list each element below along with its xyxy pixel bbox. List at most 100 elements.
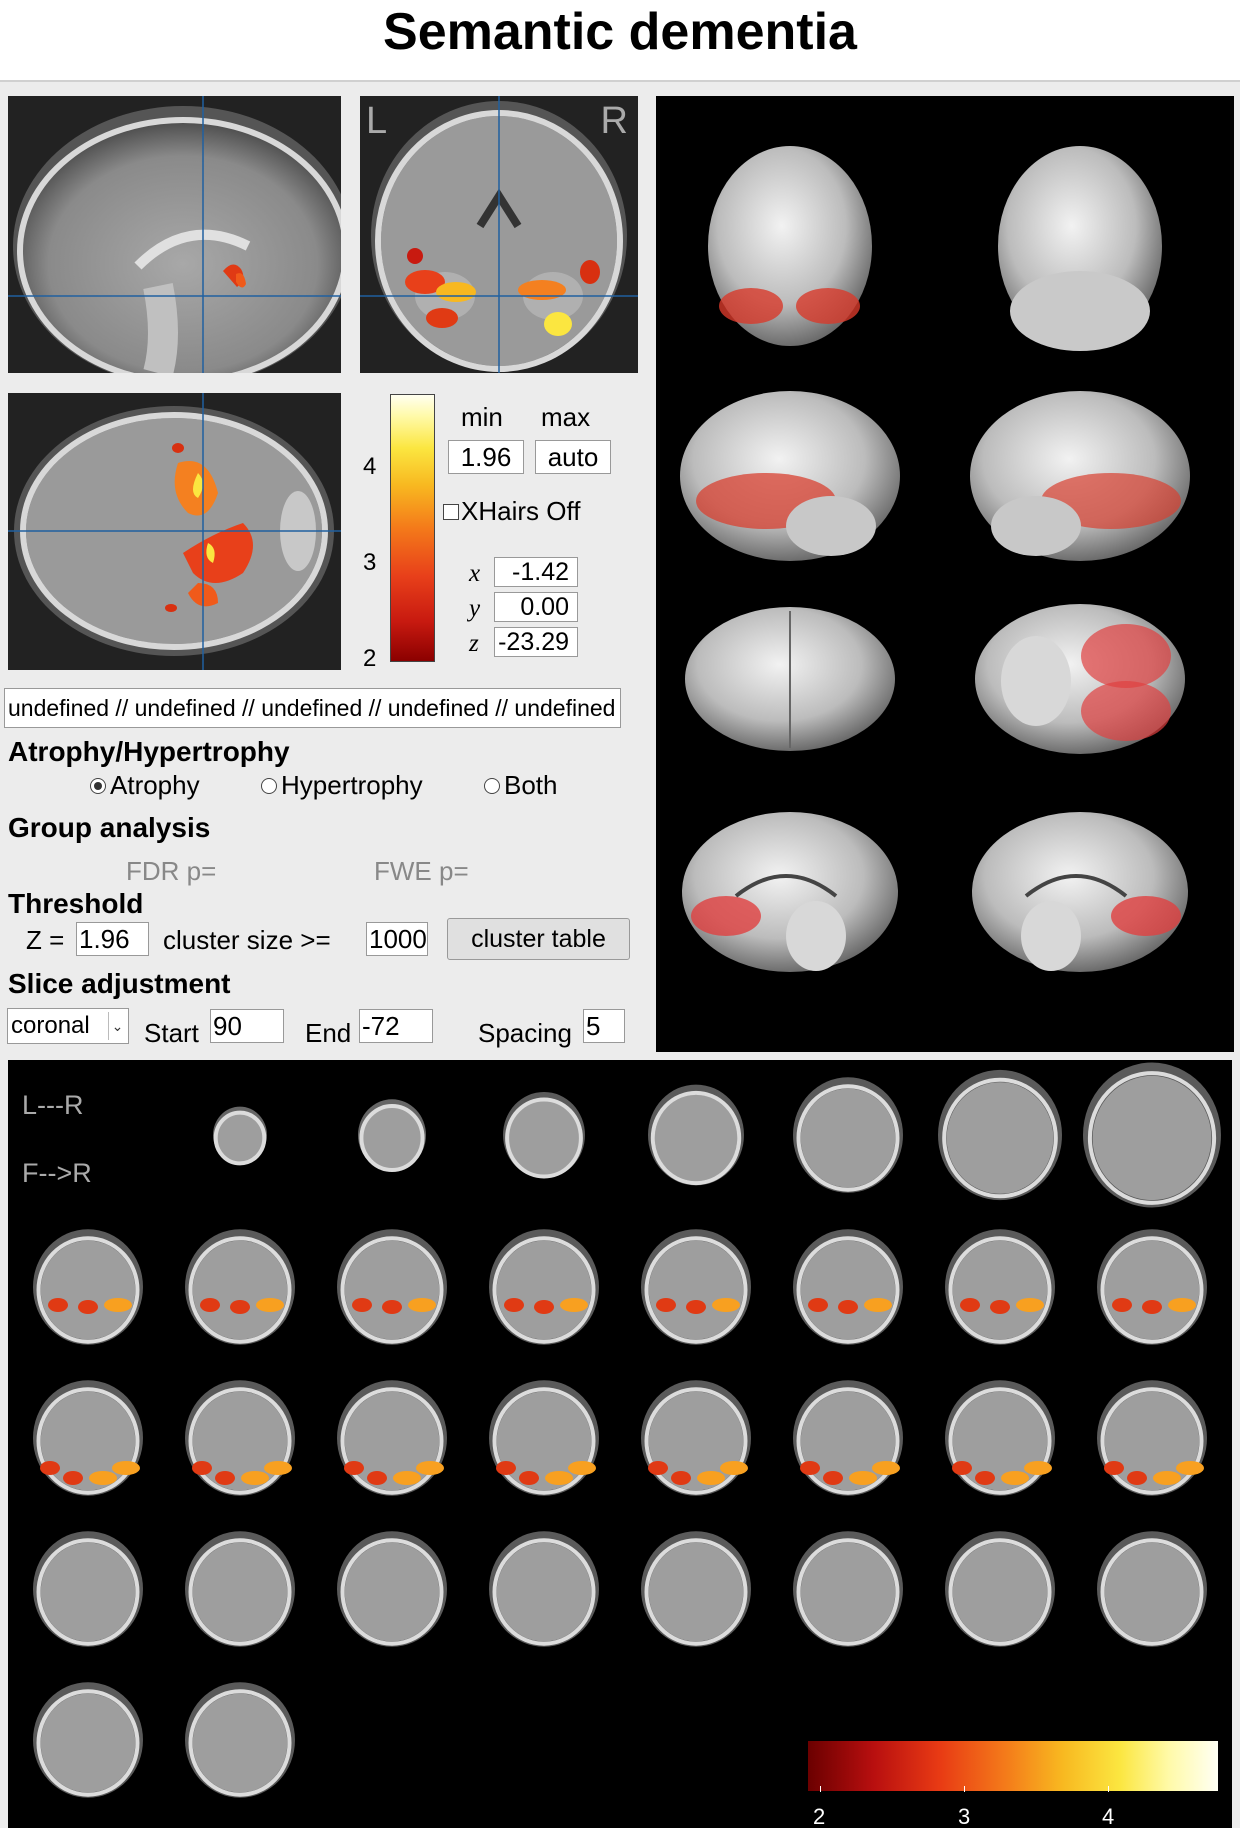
montage-slice [793, 1077, 903, 1193]
montage-colorbar-tick: 2 [813, 1804, 826, 1828]
orientation-select[interactable]: coronal ⌄ [7, 1008, 129, 1044]
montage-heat-blob [808, 1298, 828, 1312]
z-threshold-input[interactable]: 1.96 [76, 922, 149, 956]
montage-heat-blob [344, 1461, 364, 1475]
sagittal-view[interactable] [8, 96, 341, 373]
radio-dot[interactable] [261, 777, 277, 794]
montage-heat-blob [656, 1298, 676, 1312]
radio-hypertrophy[interactable]: Hypertrophy [261, 770, 423, 801]
montage-slice [337, 1380, 447, 1496]
colorbar-mark [820, 1786, 821, 1792]
montage-heat-blob [230, 1300, 250, 1314]
montage-slice [185, 1229, 295, 1345]
montage-heat-blob [408, 1298, 436, 1312]
xhairs-checkbox[interactable]: XHairs Off [443, 496, 580, 527]
colorbar-tick: 4 [363, 453, 377, 480]
montage-heat-blob [686, 1300, 706, 1314]
radio-both[interactable]: Both [484, 770, 558, 801]
montage-heat-blob [1153, 1471, 1181, 1485]
radio-label: Atrophy [110, 770, 200, 800]
montage-slice [793, 1229, 903, 1345]
radio-dot[interactable] [90, 777, 106, 794]
fwe-label: FWE p= [374, 856, 469, 886]
chevron-down-icon[interactable]: ⌄ [108, 1012, 126, 1040]
radio-atrophy[interactable]: Atrophy [90, 770, 200, 801]
montage-heat-blob [560, 1298, 588, 1312]
montage-slice [337, 1531, 447, 1647]
xhairs-label: XHairs Off [461, 496, 581, 526]
x-coord-input[interactable]: -1.42 [494, 557, 578, 587]
cluster-size-label: cluster size >= [163, 925, 331, 955]
montage-slice [945, 1229, 1055, 1345]
montage-heat-blob [990, 1300, 1010, 1314]
montage-slice [33, 1682, 143, 1798]
montage-heat-blob [241, 1471, 269, 1485]
coronal-slice-image [360, 96, 638, 373]
slice-montage[interactable]: L---R F-->R [8, 1060, 1232, 1828]
montage-slice [641, 1531, 751, 1647]
min-label: min [461, 402, 503, 432]
montage-heat-blob [800, 1461, 820, 1475]
surface-render-panel[interactable] [656, 96, 1234, 1052]
montage-heat-blob [264, 1461, 292, 1475]
montage-heat-blob [838, 1300, 858, 1314]
radio-dot[interactable] [484, 777, 500, 794]
z-label: z [469, 630, 479, 657]
slice-heading: Slice adjustment [8, 968, 231, 999]
surface-render-image [680, 146, 1190, 972]
montage-heat-blob [1112, 1298, 1132, 1312]
montage-heat-blob [104, 1298, 132, 1312]
montage-heat-blob [40, 1461, 60, 1475]
z-coord-input[interactable]: -23.29 [494, 627, 578, 657]
axial-view[interactable] [8, 393, 341, 670]
colorbar [390, 394, 435, 662]
colorbar-tick: 2 [363, 645, 377, 672]
montage-slice [489, 1229, 599, 1345]
montage-slice [185, 1380, 295, 1496]
montage-heat-blob [952, 1461, 972, 1475]
montage-heat-blob [1016, 1298, 1044, 1312]
montage-heat-blob [823, 1471, 843, 1485]
montage-slice [945, 1531, 1055, 1647]
montage-slice [641, 1380, 751, 1496]
montage-heat-blob [504, 1298, 524, 1312]
end-input[interactable]: -72 [359, 1009, 433, 1043]
montage-heat-blob [975, 1471, 995, 1485]
colorbar-mark [1108, 1786, 1109, 1792]
montage-heat-blob [89, 1471, 117, 1485]
montage-slice [358, 1099, 426, 1172]
group-heading: Group analysis [8, 812, 211, 843]
coronal-view[interactable]: L R [360, 96, 638, 373]
montage-heat-blob [78, 1300, 98, 1314]
montage-heat-blob [112, 1461, 140, 1475]
montage-slice [1097, 1229, 1207, 1345]
montage-slice [945, 1380, 1055, 1496]
y-coord-input[interactable]: 0.00 [494, 592, 578, 622]
cluster-table-button[interactable]: cluster table [447, 918, 630, 960]
montage-heat-blob [48, 1298, 68, 1312]
colorbar-tick: 3 [363, 549, 377, 576]
colorbar-mark [964, 1786, 965, 1792]
path-textbox[interactable]: undefined // undefined // undefined // u… [4, 688, 621, 728]
max-value-input[interactable]: auto [535, 440, 611, 474]
montage-slice [1097, 1380, 1207, 1496]
spacing-input[interactable]: 5 [583, 1009, 625, 1043]
montage-heat-blob [1127, 1471, 1147, 1485]
montage-slice [33, 1380, 143, 1496]
montage-slices [33, 1062, 1221, 1798]
min-value-input[interactable]: 1.96 [448, 440, 524, 474]
montage-heat-blob [352, 1298, 372, 1312]
montage-colorbar-tick: 4 [1102, 1804, 1115, 1828]
montage-slice [489, 1531, 599, 1647]
atrophy-heading: Atrophy/Hypertrophy [8, 736, 290, 767]
montage-heat-blob [1024, 1461, 1052, 1475]
cluster-size-input[interactable]: 1000 [366, 922, 428, 956]
montage-heat-blob [215, 1471, 235, 1485]
sagittal-slice-image [8, 96, 341, 373]
montage-slice [1083, 1062, 1221, 1208]
montage-heat-blob [849, 1471, 877, 1485]
checkbox-box[interactable] [443, 503, 459, 520]
brain-medial-right [972, 812, 1188, 972]
montage-heat-blob [382, 1300, 402, 1314]
start-input[interactable]: 90 [210, 1009, 284, 1043]
